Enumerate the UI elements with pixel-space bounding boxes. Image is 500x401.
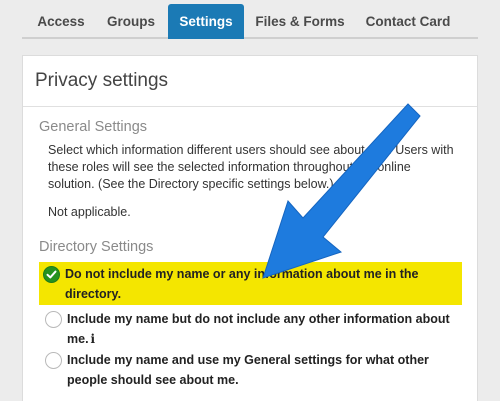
radio-button[interactable]	[45, 352, 62, 369]
directory-option-name-only-label: Include my name but do not include any o…	[67, 312, 450, 346]
directory-option-use-general[interactable]: Include my name and use my General setti…	[45, 350, 465, 390]
tab-contact-card[interactable]: Contact Card	[356, 4, 460, 39]
info-icon[interactable]: i	[91, 329, 96, 349]
privacy-settings-panel: Privacy settings General Settings Select…	[22, 55, 478, 401]
panel-divider	[23, 106, 477, 107]
directory-settings-heading: Directory Settings	[39, 239, 154, 255]
general-settings-heading: General Settings	[39, 119, 148, 135]
tab-settings[interactable]: Settings	[168, 4, 244, 39]
tab-bar: Access Groups Settings Files & Forms Con…	[0, 0, 500, 39]
directory-option-use-general-label: Include my name and use my General setti…	[67, 353, 429, 387]
tab-access[interactable]: Access	[30, 4, 92, 39]
panel-title: Privacy settings	[35, 70, 169, 91]
directory-option-exclude-label: Do not include my name or any informatio…	[65, 267, 419, 301]
tab-groups[interactable]: Groups	[98, 4, 164, 39]
radio-button[interactable]	[45, 311, 62, 328]
directory-option-exclude[interactable]: Do not include my name or any informatio…	[39, 262, 462, 305]
tab-files-forms[interactable]: Files & Forms	[250, 4, 350, 39]
directory-option-name-only[interactable]: Include my name but do not include any o…	[45, 309, 465, 349]
check-icon[interactable]	[43, 266, 60, 283]
general-settings-value: Not applicable.	[48, 205, 131, 219]
general-settings-description: Select which information different users…	[48, 143, 454, 191]
